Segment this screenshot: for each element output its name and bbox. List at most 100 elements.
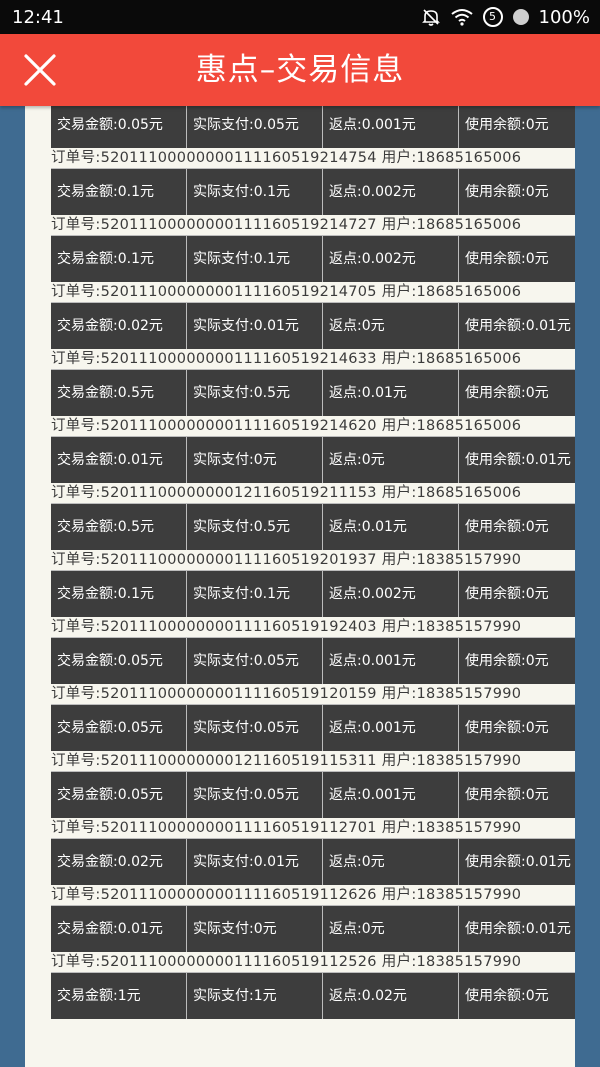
- battery-level: 100%: [538, 6, 590, 28]
- order-info: 订单号:52011100000000111160519214727 用户:186…: [51, 217, 522, 233]
- amount-cell: 交易金额:0.5元: [51, 504, 187, 550]
- battery-icon: [512, 9, 529, 25]
- transaction-record[interactable]: 订单号:52011100000000121160519211153 用户:186…: [51, 483, 575, 550]
- transaction-record[interactable]: 订单号:52011100000000111160519112626 用户:183…: [51, 885, 575, 952]
- rebate-cell: 返点:0元: [323, 303, 459, 349]
- balance-cell: 使用余额:0元: [465, 117, 549, 133]
- transaction-row[interactable]: 交易金额:0.1元 实际支付:0.1元 返点:0.002元 使用余额:0元: [51, 570, 575, 617]
- amount-cell: 交易金额:0.1元: [51, 571, 187, 617]
- rebate-cell: 返点:0.001元: [323, 106, 459, 148]
- amount-cell: 交易金额:0.05元: [51, 106, 187, 148]
- transaction-row[interactable]: 交易金额:0.01元 实际支付:0元 返点:0元 使用余额:0.01元: [51, 905, 575, 952]
- transaction-record[interactable]: 订单号:52011100000000111160519201937 用户:183…: [51, 550, 575, 617]
- paid-cell: 实际支付:1元: [187, 973, 323, 1019]
- transaction-row[interactable]: 交易金额:0.1元 实际支付:0.1元 返点:0.002元 使用余额:0元: [51, 168, 575, 215]
- transaction-record[interactable]: 订单号:52011100000000111160519214727 用户:186…: [51, 215, 575, 282]
- order-info: 订单号:52011100000000111160519112626 用户:183…: [51, 887, 522, 903]
- balance-cell: 使用余额:0.01元: [465, 854, 571, 870]
- amount-cell: 交易金额:0.1元: [51, 236, 187, 282]
- rebate-cell: 返点:0.001元: [323, 638, 459, 684]
- rebate-cell: 返点:0.002元: [323, 169, 459, 215]
- transaction-row[interactable]: 交易金额:0.02元 实际支付:0.01元 返点:0元 使用余额:0.01元: [51, 302, 575, 349]
- order-info: 订单号:52011100000000111160519214633 用户:186…: [51, 351, 522, 367]
- transaction-record[interactable]: 订单号:52011100000000121160519115311 用户:183…: [51, 751, 575, 818]
- balance-cell: 使用余额:0元: [465, 251, 549, 267]
- transaction-record[interactable]: 订单号:52011100000000111160519214705 用户:186…: [51, 282, 575, 349]
- balance-cell: 使用余额:0元: [465, 385, 549, 401]
- paid-cell: 实际支付:0.5元: [187, 504, 323, 550]
- amount-cell: 交易金额:0.02元: [51, 839, 187, 885]
- wifi-icon: [450, 8, 473, 26]
- close-icon: [24, 54, 56, 86]
- balance-cell: 使用余额:0元: [465, 586, 549, 602]
- paid-cell: 实际支付:0.01元: [187, 839, 323, 885]
- amount-cell: 交易金额:0.02元: [51, 303, 187, 349]
- transaction-row[interactable]: 交易金额:0.02元 实际支付:0.01元 返点:0元 使用余额:0.01元: [51, 838, 575, 885]
- paid-cell: 实际支付:0.1元: [187, 236, 323, 282]
- app-bar: 惠点–交易信息: [0, 34, 600, 106]
- amount-cell: 交易金额:0.5元: [51, 370, 187, 416]
- rebate-cell: 返点:0元: [323, 906, 459, 952]
- balance-cell: 使用余额:0.01元: [465, 318, 571, 334]
- rebate-cell: 返点:0.002元: [323, 571, 459, 617]
- amount-cell: 交易金额:0.05元: [51, 705, 187, 751]
- status-time: 12:41: [12, 6, 64, 28]
- order-info: 订单号:52011100000000111160519214620 用户:186…: [51, 418, 522, 434]
- transaction-record[interactable]: 订单号:52011100000000111160519214754 用户:186…: [51, 148, 575, 215]
- order-info: 订单号:52011100000000111160519192403 用户:183…: [51, 619, 522, 635]
- transaction-row[interactable]: 交易金额:0.05元 实际支付:0.05元 返点:0.001元 使用余额:0元: [51, 637, 575, 684]
- rebate-cell: 返点:0元: [323, 839, 459, 885]
- transaction-record[interactable]: 订单号:52011100000000111160519112701 用户:183…: [51, 818, 575, 885]
- transaction-record[interactable]: 订单号:52011100000000111160519112526 用户:183…: [51, 952, 575, 1019]
- balance-cell: 使用余额:0.01元: [465, 921, 571, 937]
- status-icons: 5 100%: [421, 7, 590, 28]
- balance-cell: 使用余额:0元: [465, 720, 549, 736]
- order-info: 订单号:52011100000000111160519214754 用户:186…: [51, 150, 522, 166]
- amount-cell: 交易金额:0.01元: [51, 906, 187, 952]
- paid-cell: 实际支付:0元: [187, 437, 323, 483]
- paid-cell: 实际支付:0.01元: [187, 303, 323, 349]
- paid-cell: 实际支付:0.5元: [187, 370, 323, 416]
- paid-cell: 实际支付:0.05元: [187, 106, 323, 148]
- transaction-row[interactable]: 交易金额:0.05元 实际支付:0.05元 返点:0.001元 使用余额:0元: [51, 771, 575, 818]
- paid-cell: 实际支付:0.05元: [187, 772, 323, 818]
- rebate-cell: 返点:0.01元: [323, 370, 459, 416]
- order-info: 订单号:52011100000000111160519120159 用户:183…: [51, 686, 522, 702]
- alarm-off-icon: [421, 7, 441, 27]
- paid-cell: 实际支付:0.1元: [187, 169, 323, 215]
- order-info: 订单号:52011100000000111160519112701 用户:183…: [51, 820, 522, 836]
- balance-cell: 使用余额:0元: [465, 787, 549, 803]
- transaction-record[interactable]: 订单号:52011100000000111160519214620 用户:186…: [51, 416, 575, 483]
- rebate-cell: 返点:0元: [323, 437, 459, 483]
- transaction-record[interactable]: 订单号:52011100000000111160519192403 用户:183…: [51, 617, 575, 684]
- amount-cell: 交易金额:0.05元: [51, 638, 187, 684]
- transaction-row[interactable]: 交易金额:0.1元 实际支付:0.1元 返点:0.002元 使用余额:0元: [51, 235, 575, 282]
- amount-cell: 交易金额:0.01元: [51, 437, 187, 483]
- transaction-row[interactable]: 交易金额:0.05元 实际支付:0.05元 返点:0.001元 使用余额:0元: [51, 704, 575, 751]
- transaction-row[interactable]: 交易金额:0.05元 实际支付:0.05元 返点:0.001元 使用余额:0元: [51, 106, 575, 148]
- transaction-row[interactable]: 交易金额:0.01元 实际支付:0元 返点:0元 使用余额:0.01元: [51, 436, 575, 483]
- transaction-record[interactable]: 订单号:52011100000000111160519120159 用户:183…: [51, 684, 575, 751]
- paid-cell: 实际支付:0元: [187, 906, 323, 952]
- transaction-record[interactable]: 订单号:52011100000000111160519214633 用户:186…: [51, 349, 575, 416]
- transaction-record[interactable]: 交易金额:0.05元 实际支付:0.05元 返点:0.001元 使用余额:0元: [51, 106, 575, 148]
- transaction-list[interactable]: 交易金额:0.05元 实际支付:0.05元 返点:0.001元 使用余额:0元 …: [51, 106, 575, 1019]
- balance-cell: 使用余额:0元: [465, 184, 549, 200]
- amount-cell: 交易金额:1元: [51, 973, 187, 1019]
- balance-cell: 使用余额:0元: [465, 519, 549, 535]
- rebate-cell: 返点:0.01元: [323, 504, 459, 550]
- amount-cell: 交易金额:0.1元: [51, 169, 187, 215]
- order-info: 订单号:52011100000000121160519115311 用户:183…: [51, 753, 522, 769]
- page-title: 惠点–交易信息: [195, 52, 405, 88]
- rebate-cell: 返点:0.02元: [323, 973, 459, 1019]
- transaction-panel[interactable]: 交易金额:0.05元 实际支付:0.05元 返点:0.001元 使用余额:0元 …: [25, 106, 575, 1067]
- transaction-row[interactable]: 交易金额:0.5元 实际支付:0.5元 返点:0.01元 使用余额:0元: [51, 503, 575, 550]
- close-button[interactable]: [22, 52, 58, 88]
- status-bar: 12:41 5 100%: [0, 0, 600, 34]
- paid-cell: 实际支付:0.1元: [187, 571, 323, 617]
- order-info: 订单号:52011100000000111160519201937 用户:183…: [51, 552, 522, 568]
- paid-cell: 实际支付:0.05元: [187, 638, 323, 684]
- transaction-row[interactable]: 交易金额:0.5元 实际支付:0.5元 返点:0.01元 使用余额:0元: [51, 369, 575, 416]
- transaction-row[interactable]: 交易金额:1元 实际支付:1元 返点:0.02元 使用余额:0元: [51, 972, 575, 1019]
- order-info: 订单号:52011100000000111160519214705 用户:186…: [51, 284, 522, 300]
